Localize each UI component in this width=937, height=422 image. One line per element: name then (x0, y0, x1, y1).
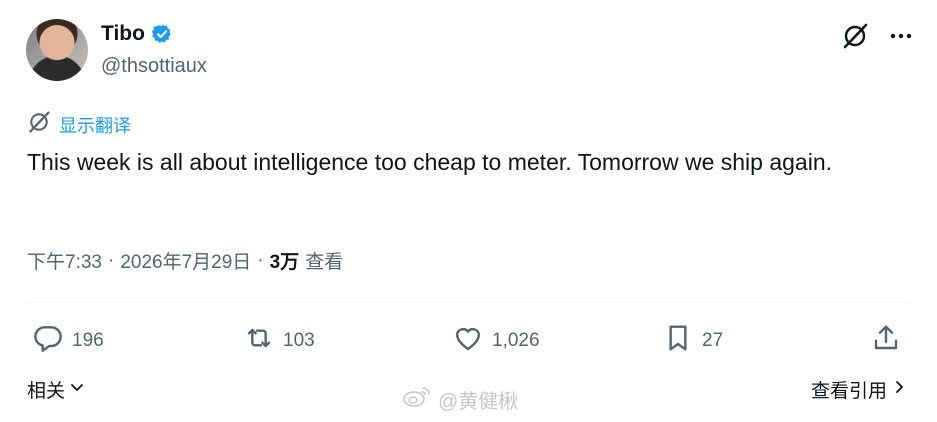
action-bar: 196 103 1,026 27 (0, 322, 937, 358)
tweet-text: This week is all about intelligence too … (27, 149, 833, 175)
share-button[interactable] (870, 322, 902, 360)
retweet-count: 103 (283, 330, 315, 351)
reply-icon (32, 322, 64, 360)
like-button[interactable]: 1,026 (452, 322, 540, 360)
author-name-row: Tibo (101, 22, 173, 46)
view-quotes-label: 查看引用 (810, 381, 887, 402)
reply-count: 196 (72, 330, 104, 351)
weibo-logo-icon (402, 384, 432, 414)
avatar[interactable] (26, 19, 88, 81)
watermark: @黄健楸 (402, 384, 518, 414)
tweet-time[interactable]: 下午7:33 (27, 247, 102, 274)
reply-button[interactable]: 196 (32, 322, 104, 360)
view-quotes-link[interactable]: 查看引用 (811, 376, 907, 403)
author-name[interactable]: Tibo (101, 22, 145, 46)
grok-icon[interactable] (841, 22, 869, 50)
chevron-right-icon (893, 379, 907, 401)
show-translation[interactable]: 显示翻译 (27, 110, 131, 139)
more-options-icon[interactable] (889, 24, 913, 48)
bookmark-button[interactable]: 27 (662, 322, 723, 360)
chevron-down-icon (69, 379, 85, 401)
related-toggle[interactable]: 相关 (27, 376, 85, 403)
tweet-meta: 下午7:33 · 2026年7月29日 · 3万 查看 (27, 247, 343, 274)
show-translation-label[interactable]: 显示翻译 (59, 112, 131, 138)
views-count: 3万 (269, 252, 300, 273)
related-label: 相关 (27, 381, 66, 402)
watermark-text: @黄健楸 (438, 390, 519, 413)
tweet-date[interactable]: 2026年7月29日 (120, 247, 251, 274)
meta-separator: · (107, 249, 115, 271)
author-handle[interactable]: @thsottiaux (101, 55, 207, 78)
translate-grok-icon (27, 110, 51, 139)
heart-icon (452, 322, 484, 360)
bookmark-icon (662, 322, 694, 360)
share-icon (870, 322, 902, 360)
divider (27, 302, 910, 303)
top-actions (841, 22, 913, 50)
meta-separator: · (257, 249, 264, 271)
retweet-icon (243, 322, 275, 360)
views-label: 查看 (305, 252, 344, 273)
like-count: 1,026 (492, 330, 540, 351)
retweet-button[interactable]: 103 (243, 322, 315, 360)
verified-badge-icon (151, 23, 173, 45)
bookmark-count: 27 (702, 330, 724, 351)
